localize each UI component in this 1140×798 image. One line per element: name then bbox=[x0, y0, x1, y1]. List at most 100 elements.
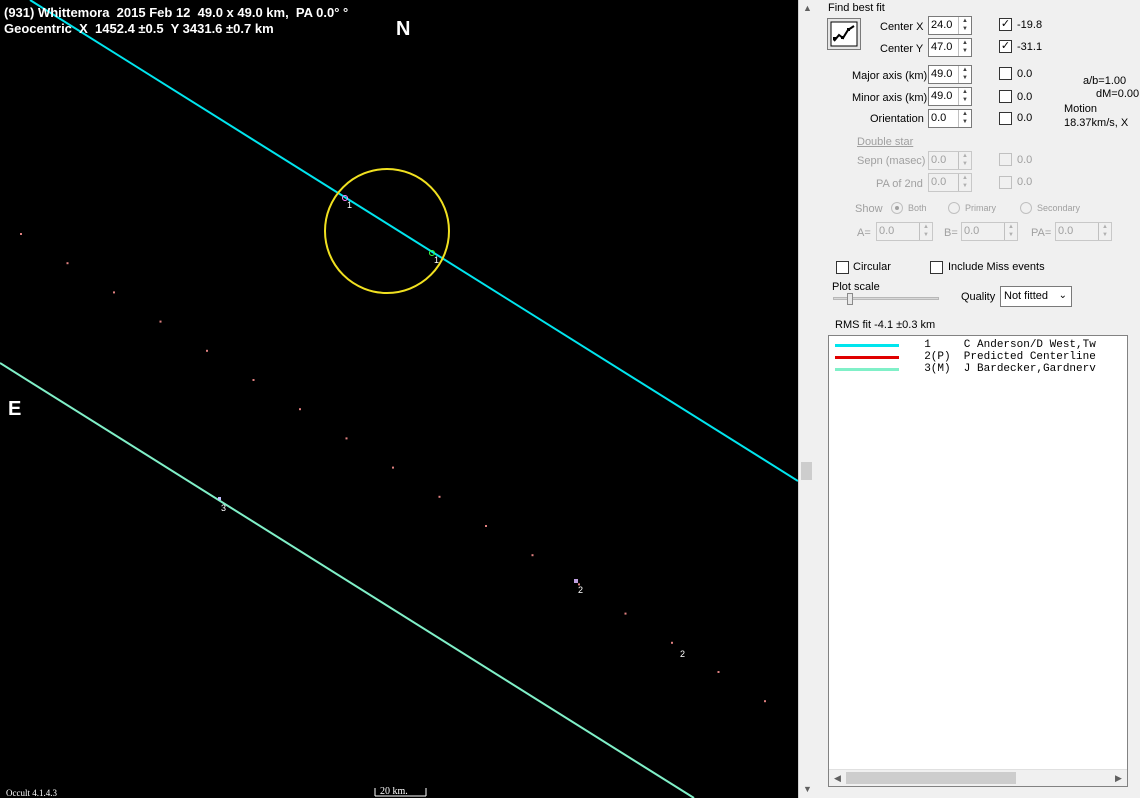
spin-down-icon: ▼ bbox=[962, 26, 968, 32]
predicted-dot bbox=[485, 525, 487, 527]
scroll-thumb[interactable] bbox=[801, 462, 812, 480]
north-label: N bbox=[396, 18, 411, 40]
fit-control-panel: Find best fit Center X 24.0 ▲ ▼ ✓ -19.8 Ce… bbox=[815, 0, 1140, 798]
spin-up-icon: ▲ bbox=[962, 111, 968, 117]
spin-up-icon: ▲ bbox=[1102, 224, 1108, 230]
rms-fit-label: RMS fit -4.1 ±0.3 km bbox=[835, 319, 936, 331]
sepn-checkbox[interactable] bbox=[999, 153, 1012, 166]
predicted-dot bbox=[531, 554, 534, 557]
orientation-spinner[interactable]: 0.0 ▲ ▼ bbox=[928, 109, 972, 128]
sepn-spinner[interactable]: 0.0 ▲ ▼ bbox=[928, 151, 972, 170]
predicted-dot bbox=[20, 233, 22, 235]
a-spinner[interactable]: 0.0 ▲ ▼ bbox=[876, 222, 933, 241]
center-x-spinner[interactable]: 24.0 ▲ ▼ bbox=[928, 16, 972, 35]
show-both-radio[interactable] bbox=[891, 202, 903, 214]
asteroid-profile-ellipse bbox=[324, 168, 450, 294]
center-y-label: Center Y bbox=[880, 43, 924, 55]
circular-label: Circular bbox=[853, 261, 891, 273]
spin-down-icon: ▼ bbox=[1008, 232, 1014, 238]
predicted-dot bbox=[764, 700, 766, 703]
circular-checkbox[interactable] bbox=[836, 261, 849, 274]
scroll-left-icon[interactable]: ◀ bbox=[829, 770, 846, 786]
pa2-result: 0.0 bbox=[1017, 176, 1033, 188]
motion-label: Motion bbox=[1064, 103, 1098, 115]
center-y-checkbox[interactable]: ✓ bbox=[999, 40, 1012, 53]
quality-label: Quality bbox=[961, 291, 996, 303]
legend-swatch bbox=[835, 344, 899, 347]
legend-row[interactable]: 3(M) J Bardecker,Gardnerv bbox=[829, 363, 1127, 375]
pa2-checkbox[interactable] bbox=[999, 176, 1012, 189]
find-best-fit-button[interactable] bbox=[827, 18, 861, 50]
spin-up-icon: ▲ bbox=[962, 40, 968, 46]
predicted-dot bbox=[671, 641, 673, 644]
spin-up-icon: ▲ bbox=[962, 89, 968, 95]
predicted-dot bbox=[66, 262, 69, 265]
east-label: E bbox=[8, 398, 22, 420]
spin-down-icon: ▼ bbox=[1102, 232, 1108, 238]
chord-legend-list[interactable]: 1 C Anderson/D West,Tw 2(P) Predicted Ce… bbox=[828, 335, 1128, 787]
include-miss-label: Include Miss events bbox=[948, 261, 1045, 273]
minor-axis-result: 0.0 bbox=[1017, 91, 1033, 103]
b-spinner[interactable]: 0.0 ▲ ▼ bbox=[961, 222, 1018, 241]
spin-down-icon: ▼ bbox=[962, 183, 968, 189]
plot-scale-slider[interactable] bbox=[833, 293, 939, 305]
predicted-dot bbox=[392, 466, 394, 469]
chord-3-marker bbox=[218, 497, 221, 500]
scroll-up-icon[interactable]: ▲ bbox=[799, 0, 816, 17]
pa-spinner[interactable]: 0.0 ▲ ▼ bbox=[1055, 222, 1112, 241]
scroll-thumb[interactable] bbox=[846, 772, 1016, 784]
center-y-spinner[interactable]: 47.0 ▲ ▼ bbox=[928, 38, 972, 57]
plot-geocentric: Geocentric X 1452.4 ±0.5 Y 3431.6 ±0.7 k… bbox=[4, 21, 274, 36]
major-axis-spinner[interactable]: 49.0 ▲ ▼ bbox=[928, 65, 972, 84]
double-star-label: Double star bbox=[857, 136, 914, 148]
b-label: B= bbox=[944, 227, 958, 239]
chord-2-label-a: 2 bbox=[578, 585, 584, 595]
major-axis-result: 0.0 bbox=[1017, 68, 1033, 80]
major-axis-checkbox[interactable] bbox=[999, 67, 1012, 80]
show-primary-radio[interactable] bbox=[948, 202, 960, 214]
minor-axis-spinner[interactable]: 49.0 ▲ ▼ bbox=[928, 87, 972, 106]
quality-select[interactable]: Not fitted ⌄ bbox=[1000, 286, 1072, 307]
legend-text: 3(M) J Bardecker,Gardnerv bbox=[911, 363, 1096, 375]
show-secondary-label: Secondary bbox=[1037, 203, 1081, 213]
predicted-dot bbox=[113, 291, 115, 294]
predicted-dot bbox=[159, 320, 162, 323]
spin-up-icon: ▲ bbox=[1008, 224, 1014, 230]
legend-row[interactable]: 2(P) Predicted Centerline bbox=[829, 351, 1127, 363]
chord-1-label-a: 1 bbox=[347, 200, 353, 210]
center-x-checkbox[interactable]: ✓ bbox=[999, 18, 1012, 31]
legend-horizontal-scrollbar[interactable]: ◀ ▶ bbox=[829, 769, 1127, 786]
legend-row[interactable]: 1 C Anderson/D West,Tw bbox=[829, 339, 1127, 351]
legend-swatch bbox=[835, 356, 899, 359]
orientation-label: Orientation bbox=[870, 113, 924, 125]
show-secondary-radio[interactable] bbox=[1020, 202, 1032, 214]
predicted-dot bbox=[624, 612, 627, 615]
predicted-dot bbox=[299, 408, 301, 411]
include-miss-checkbox[interactable] bbox=[930, 261, 943, 274]
minor-axis-checkbox[interactable] bbox=[999, 90, 1012, 103]
sepn-label: Sepn (masec) bbox=[857, 155, 926, 167]
scroll-down-icon[interactable]: ▼ bbox=[799, 781, 816, 798]
major-axis-label: Major axis (km) bbox=[852, 70, 928, 82]
center-y-result: -31.1 bbox=[1017, 41, 1043, 53]
show-label: Show bbox=[855, 203, 883, 215]
occultation-plot[interactable]: (931) Whittemora 2015 Feb 12 49.0 x 49.0… bbox=[0, 0, 798, 798]
orientation-result: 0.0 bbox=[1017, 112, 1033, 124]
slider-knob[interactable] bbox=[847, 293, 853, 305]
center-x-result: -19.8 bbox=[1017, 19, 1043, 31]
a-label: A= bbox=[857, 227, 871, 239]
legend-text: 2(P) Predicted Centerline bbox=[911, 351, 1096, 363]
motion-value: 18.37km/s, X bbox=[1064, 117, 1129, 129]
pa2-spinner[interactable]: 0.0 ▲ ▼ bbox=[928, 173, 972, 192]
scroll-right-icon[interactable]: ▶ bbox=[1110, 770, 1127, 786]
spin-up-icon: ▲ bbox=[962, 18, 968, 24]
plot-vertical-scrollbar[interactable]: ▲ ▼ bbox=[798, 0, 815, 798]
predicted-centerline-dots bbox=[20, 233, 766, 703]
spin-up-icon: ▲ bbox=[962, 175, 968, 181]
spin-down-icon: ▼ bbox=[923, 232, 929, 238]
chart-fit-icon bbox=[830, 21, 858, 47]
chord-3-label: 3 bbox=[221, 503, 227, 513]
orientation-checkbox[interactable] bbox=[999, 112, 1012, 125]
pa-label: PA= bbox=[1031, 227, 1052, 239]
dm-value: dM=0.00 bbox=[1096, 88, 1140, 100]
